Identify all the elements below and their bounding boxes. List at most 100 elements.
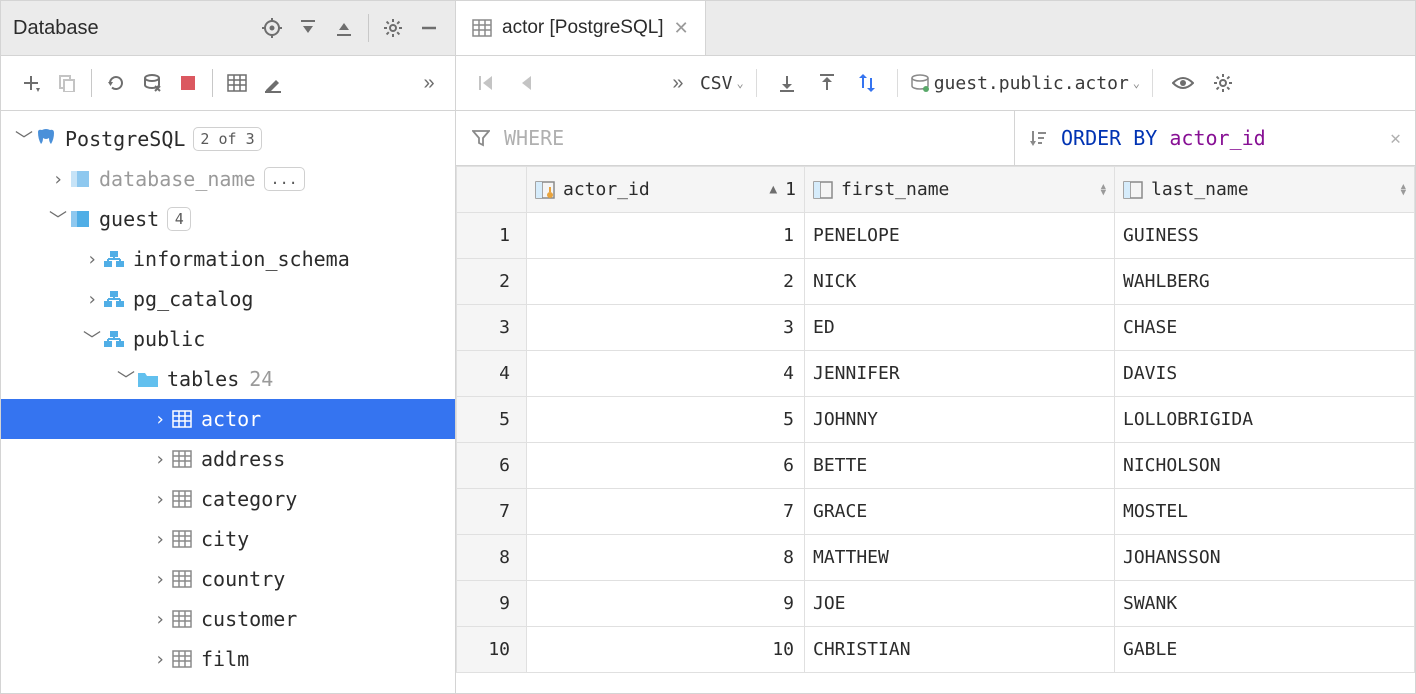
row-number: 10 (457, 627, 527, 673)
cell-last-name[interactable]: JOHANSSON (1115, 535, 1415, 581)
edit-icon[interactable] (255, 65, 291, 101)
table-row[interactable]: 44JENNIFERDAVIS (457, 351, 1415, 397)
count-badge: 2 of 3 (193, 127, 261, 151)
tree-schema-public[interactable]: ﹀ public (1, 319, 455, 359)
column-header-actor-id[interactable]: actor_id ▲ 1 (527, 167, 805, 213)
tree-schema[interactable]: › pg_catalog (1, 279, 455, 319)
expand-all-icon[interactable] (290, 10, 326, 46)
cell-last-name[interactable]: GABLE (1115, 627, 1415, 673)
cell-last-name[interactable]: NICHOLSON (1115, 443, 1415, 489)
column-icon (1123, 181, 1143, 199)
table-row[interactable]: 66BETTENICHOLSON (457, 443, 1415, 489)
tree-tables-folder[interactable]: ﹀ tables 24 (1, 359, 455, 399)
table-icon (472, 19, 492, 37)
tree-table-actor[interactable]: ›actor (1, 399, 455, 439)
cell-actor-id[interactable]: 9 (527, 581, 805, 627)
table-row[interactable]: 99JOESWANK (457, 581, 1415, 627)
table-row[interactable]: 11PENELOPEGUINESS (457, 213, 1415, 259)
table-row[interactable]: 22NICKWAHLBERG (457, 259, 1415, 305)
more-icon[interactable]: » (411, 65, 447, 101)
column-header-first-name[interactable]: first_name ▲▼ (805, 167, 1115, 213)
tree-database-muted[interactable]: › database_name ... (1, 159, 455, 199)
row-number: 6 (457, 443, 527, 489)
order-filter[interactable]: ORDER BY actor_id ✕ (1015, 111, 1415, 165)
cell-actor-id[interactable]: 8 (527, 535, 805, 581)
sort-asc-icon: ▲ (769, 182, 777, 197)
cell-actor-id[interactable]: 3 (527, 305, 805, 351)
rownum-header[interactable] (457, 167, 527, 213)
tree-table-film[interactable]: ›film (1, 639, 455, 679)
where-filter[interactable]: WHERE (456, 111, 1015, 165)
table-row[interactable]: 1010CHRISTIANGABLE (457, 627, 1415, 673)
target-icon[interactable] (254, 10, 290, 46)
cell-first-name[interactable]: GRACE (805, 489, 1115, 535)
cell-last-name[interactable]: MOSTEL (1115, 489, 1415, 535)
context-dropdown[interactable]: guest.public.actor ⌄ (910, 73, 1140, 94)
sync-icon[interactable] (134, 65, 170, 101)
cell-last-name[interactable]: GUINESS (1115, 213, 1415, 259)
sidebar-title: Database (13, 17, 254, 40)
stop-icon[interactable] (170, 65, 206, 101)
prev-page-icon[interactable] (508, 65, 544, 101)
cell-last-name[interactable]: DAVIS (1115, 351, 1415, 397)
copy-icon[interactable] (49, 65, 85, 101)
gear-icon[interactable] (1205, 65, 1241, 101)
tree-table-country[interactable]: ›country (1, 559, 455, 599)
tree-table-address[interactable]: ›address (1, 439, 455, 479)
cell-first-name[interactable]: JOHNNY (805, 397, 1115, 443)
download-icon[interactable] (769, 65, 805, 101)
minimize-icon[interactable] (411, 10, 447, 46)
row-number: 8 (457, 535, 527, 581)
cell-actor-id[interactable]: 1 (527, 213, 805, 259)
table-row[interactable]: 55JOHNNYLOLLOBRIGIDA (457, 397, 1415, 443)
table-view-icon[interactable] (219, 65, 255, 101)
cell-first-name[interactable]: PENELOPE (805, 213, 1115, 259)
tree-table-city[interactable]: ›city (1, 519, 455, 559)
cell-first-name[interactable]: ED (805, 305, 1115, 351)
cell-last-name[interactable]: SWANK (1115, 581, 1415, 627)
close-icon[interactable]: ✕ (674, 18, 689, 39)
main-panel: actor [PostgreSQL] ✕ » CSV ⌄ (456, 1, 1415, 693)
tree-schema[interactable]: › information_schema (1, 239, 455, 279)
cell-actor-id[interactable]: 2 (527, 259, 805, 305)
tree-table-customer[interactable]: ›customer (1, 599, 455, 639)
cell-first-name[interactable]: JOE (805, 581, 1115, 627)
cell-actor-id[interactable]: 7 (527, 489, 805, 535)
tab-actor[interactable]: actor [PostgreSQL] ✕ (456, 1, 706, 55)
tree-datasource[interactable]: ﹀ PostgreSQL 2 of 3 (1, 119, 455, 159)
table-row[interactable]: 88MATTHEWJOHANSSON (457, 535, 1415, 581)
cell-actor-id[interactable]: 6 (527, 443, 805, 489)
tree-table-category[interactable]: ›category (1, 479, 455, 519)
table-row[interactable]: 77GRACEMOSTEL (457, 489, 1415, 535)
cell-first-name[interactable]: BETTE (805, 443, 1115, 489)
cell-first-name[interactable]: JENNIFER (805, 351, 1115, 397)
cell-actor-id[interactable]: 10 (527, 627, 805, 673)
column-header-last-name[interactable]: last_name ▲▼ (1115, 167, 1415, 213)
cell-last-name[interactable]: WAHLBERG (1115, 259, 1415, 305)
cell-last-name[interactable]: LOLLOBRIGIDA (1115, 397, 1415, 443)
cell-first-name[interactable]: NICK (805, 259, 1115, 305)
refresh-icon[interactable] (98, 65, 134, 101)
tree-label: PostgreSQL (65, 127, 185, 151)
separator (368, 14, 369, 42)
cell-first-name[interactable]: MATTHEW (805, 535, 1115, 581)
cell-first-name[interactable]: CHRISTIAN (805, 627, 1115, 673)
sidebar-toolbar: » (1, 56, 455, 111)
cell-actor-id[interactable]: 4 (527, 351, 805, 397)
cell-actor-id[interactable]: 5 (527, 397, 805, 443)
add-icon[interactable] (13, 65, 49, 101)
tree-database-guest[interactable]: ﹀ guest 4 (1, 199, 455, 239)
upload-icon[interactable] (809, 65, 845, 101)
first-page-icon[interactable] (468, 65, 504, 101)
where-placeholder: WHERE (504, 126, 564, 150)
folder-icon (135, 370, 161, 388)
export-format-dropdown[interactable]: CSV ⌄ (700, 73, 744, 94)
table-row[interactable]: 33EDCHASE (457, 305, 1415, 351)
close-icon[interactable]: ✕ (1390, 128, 1401, 149)
cell-last-name[interactable]: CHASE (1115, 305, 1415, 351)
collapse-all-icon[interactable] (326, 10, 362, 46)
compare-icon[interactable] (849, 65, 885, 101)
gear-icon[interactable] (375, 10, 411, 46)
next-page-icon[interactable]: » (660, 65, 696, 101)
eye-icon[interactable] (1165, 65, 1201, 101)
